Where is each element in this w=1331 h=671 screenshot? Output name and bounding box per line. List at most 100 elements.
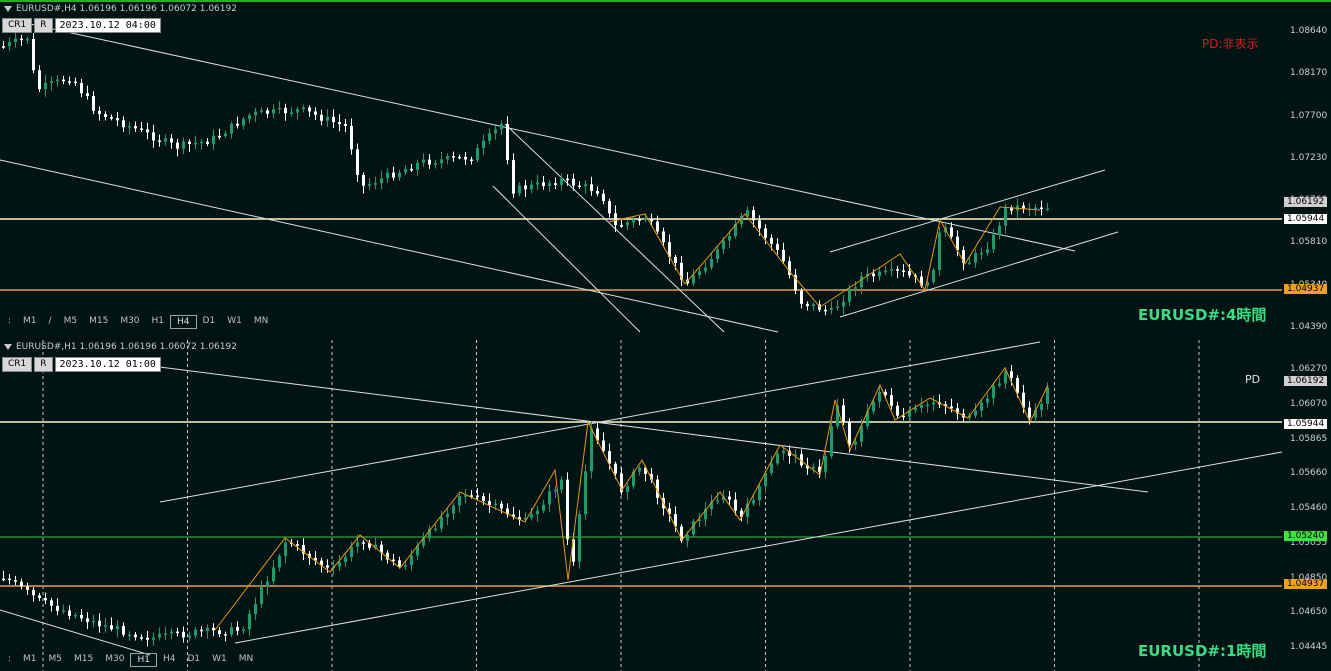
candle-body (890, 395, 893, 406)
candle-body (284, 107, 287, 114)
price-axis-label: 1.05865 (1290, 433, 1328, 444)
collapse-triangle-icon[interactable] (4, 5, 12, 12)
h1-timeframe-bar: : M1 M5 M15 M30 H1 H4 D1 W1 MN (2, 653, 259, 667)
candle-body (800, 290, 803, 304)
candle-body (254, 604, 257, 615)
timeframe-m15[interactable]: M15 (83, 315, 114, 329)
candle-body (452, 156, 455, 158)
h1-date-box[interactable]: 2023.10.12 01:00 (54, 357, 161, 372)
candle-body (614, 463, 617, 474)
cr1-button[interactable]: CR1 (2, 18, 33, 33)
candle-body (1046, 208, 1049, 210)
candle-body (290, 112, 293, 115)
h4-date-box[interactable]: 2023.10.12 04:00 (54, 18, 161, 33)
candle-body (338, 562, 341, 567)
candle-body (998, 225, 1001, 235)
candle-body (410, 555, 413, 566)
timeframe-h1[interactable]: H1 (146, 315, 171, 329)
candle-body (896, 405, 899, 416)
chart-panel-h4[interactable]: EURUSD#,H4 1.06196 1.06196 1.06072 1.061… (0, 0, 1331, 338)
candle-body (590, 428, 593, 472)
candle-body (1046, 387, 1049, 404)
candle-body (872, 273, 875, 277)
timeframe-h4[interactable]: H4 (157, 653, 182, 667)
timeframe-m5[interactable]: M5 (58, 315, 84, 329)
candle-body (8, 578, 11, 581)
h4-chart-canvas[interactable] (0, 2, 1331, 338)
candle-body (536, 182, 539, 185)
r-button[interactable]: R (34, 18, 53, 33)
candle-body (200, 141, 203, 144)
candle-body (860, 276, 863, 288)
trendline (29, 23, 1076, 252)
candle-body (416, 162, 419, 170)
candle-body (440, 159, 443, 164)
candle-body (164, 138, 167, 142)
timeframe-h4[interactable]: H4 (170, 315, 197, 329)
price-axis-label: 1.08640 (1290, 26, 1328, 36)
candle-body (44, 82, 47, 90)
timeframe-m5[interactable]: M5 (43, 653, 69, 667)
candle-body (932, 402, 935, 405)
candle-body (74, 81, 77, 84)
candle-body (20, 581, 23, 587)
candle-body (782, 450, 785, 454)
trendline (492, 185, 641, 333)
candle-body (770, 237, 773, 244)
candle-body (164, 633, 167, 635)
candle-body (92, 96, 95, 111)
candle-body (830, 426, 833, 457)
candle-body (1004, 371, 1007, 384)
timeframe-m1[interactable]: M1 (17, 653, 43, 667)
cr1-button[interactable]: CR1 (2, 357, 33, 372)
timeframe-h1[interactable]: H1 (130, 653, 157, 667)
candle-body (362, 542, 365, 544)
trendline (829, 169, 1106, 253)
timeframe-m1[interactable]: M1 (17, 315, 43, 329)
candle-body (2, 46, 5, 48)
candle-body (590, 184, 593, 192)
candle-body (62, 79, 65, 82)
candle-body (596, 191, 599, 194)
candle-body (194, 142, 197, 145)
candle-body (980, 402, 983, 411)
timeframe-d1[interactable]: D1 (181, 653, 206, 667)
candle-body (398, 172, 401, 178)
candle-body (404, 565, 407, 567)
timeframe-mn[interactable]: MN (233, 653, 260, 667)
timeframe-d1[interactable]: D1 (197, 315, 222, 329)
candle-body (38, 595, 41, 599)
candle-body (836, 306, 839, 309)
collapse-triangle-icon[interactable] (4, 343, 12, 350)
candle-body (362, 174, 365, 186)
candle-body (584, 184, 587, 187)
candle-body (890, 269, 893, 271)
candle-body (662, 231, 665, 243)
timeframe-m30[interactable]: M30 (99, 653, 130, 667)
candle-body (500, 503, 503, 509)
price-tag: 1.06192 (1284, 376, 1328, 386)
candle-body (272, 109, 275, 114)
candle-body (350, 546, 353, 558)
timeframe-w1[interactable]: W1 (206, 653, 233, 667)
candle-body (122, 120, 125, 128)
candle-body (506, 123, 509, 161)
candle-body (392, 559, 395, 562)
r-button[interactable]: R (34, 357, 53, 372)
candle-body (344, 124, 347, 126)
candle-body (86, 618, 89, 622)
timeframe-mn[interactable]: MN (248, 315, 275, 329)
candle-body (830, 308, 833, 310)
timeframe-w1[interactable]: W1 (221, 315, 248, 329)
timeframe-m30[interactable]: M30 (114, 315, 145, 329)
timeframe-sep: : (8, 316, 12, 326)
h1-chart-canvas[interactable] (0, 340, 1331, 671)
candle-body (644, 218, 647, 221)
chart-panel-h1[interactable]: EURUSD#,H1 1.06196 1.06196 1.06072 1.061… (0, 340, 1331, 671)
candle-body (554, 183, 557, 185)
candle-body (578, 185, 581, 188)
timeframe-m15[interactable]: M15 (68, 653, 99, 667)
candle-body (968, 262, 971, 265)
candle-body (326, 116, 329, 121)
candle-body (536, 510, 539, 515)
